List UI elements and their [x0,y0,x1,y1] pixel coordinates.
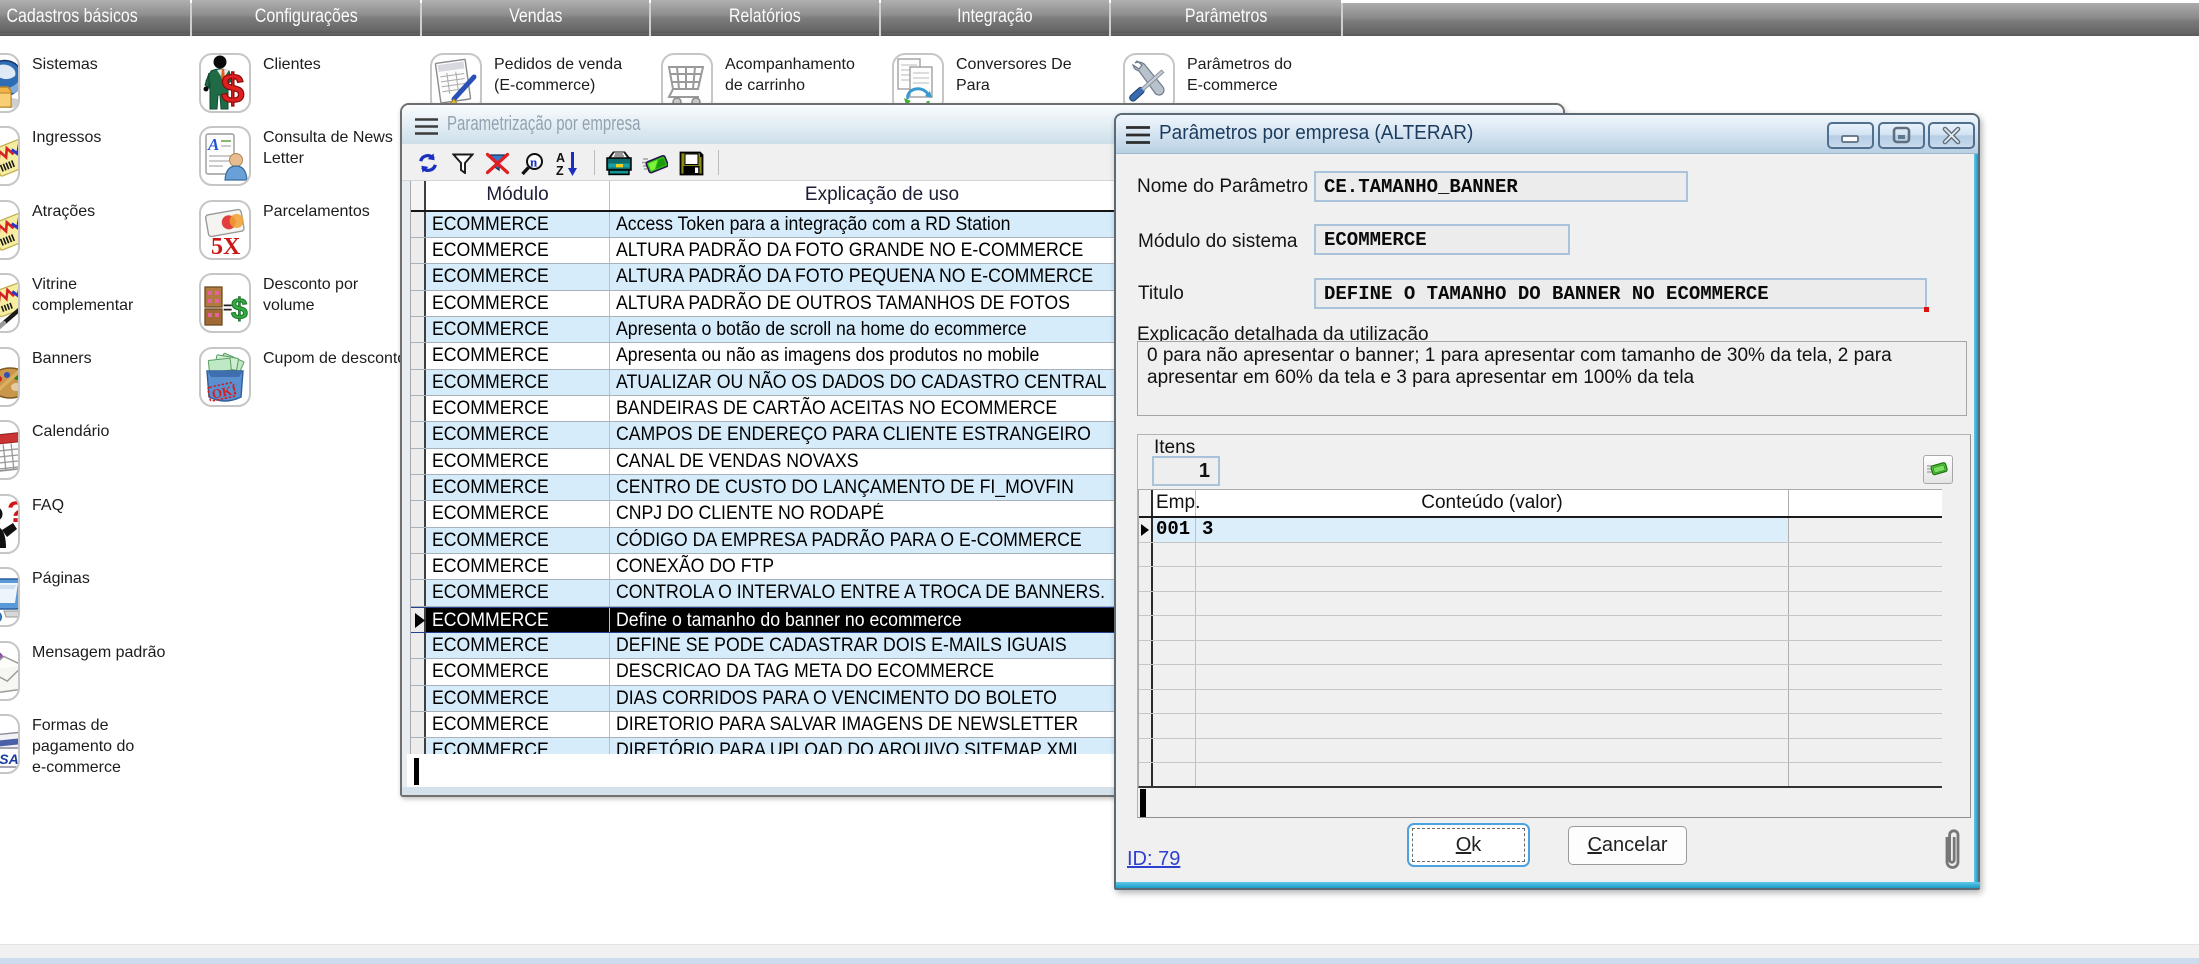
svg-text:VISA: VISA [0,751,18,767]
svg-text:$: $ [221,65,244,111]
svg-text:$: $ [231,293,248,326]
svg-text:Z: Z [556,164,564,177]
svg-text:n: n [530,155,538,170]
svg-text:A: A [207,135,219,154]
svg-text:5X: 5X [211,234,241,258]
svg-text:A: A [556,151,565,165]
